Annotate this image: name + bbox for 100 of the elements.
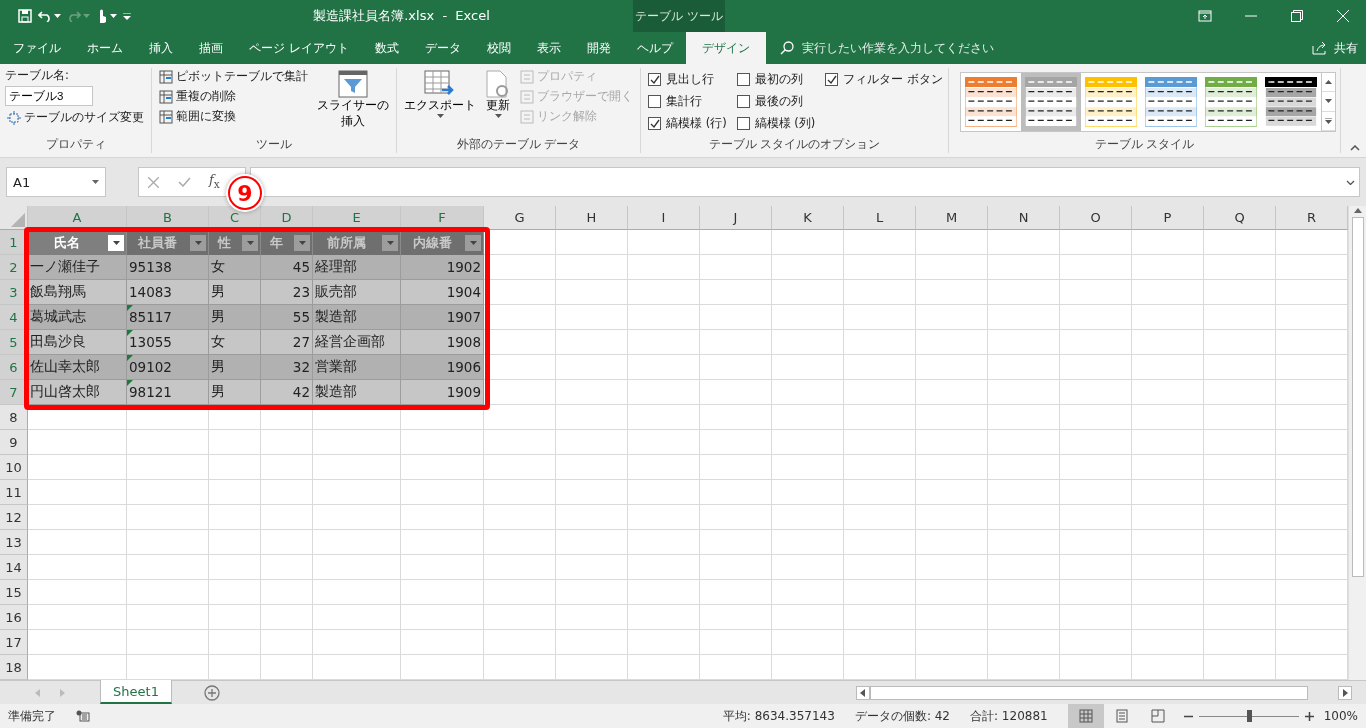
horizontal-scroll-thumb[interactable] xyxy=(870,685,1308,700)
column-header[interactable]: R xyxy=(1276,206,1348,230)
row-header[interactable]: 11 xyxy=(0,480,28,505)
ribbon-tab[interactable]: 数式 xyxy=(361,32,412,64)
style-option-checkbox[interactable]: 縞模様 (列) xyxy=(736,112,816,134)
data-icon xyxy=(520,109,534,124)
ribbon-tab[interactable]: デザイン xyxy=(685,32,766,64)
table-tool-icon xyxy=(159,109,173,124)
column-header[interactable]: I xyxy=(628,206,700,230)
row-header[interactable]: 15 xyxy=(0,580,28,605)
name-box[interactable]: A1 xyxy=(6,167,106,197)
row-header[interactable]: 10 xyxy=(0,455,28,480)
tool-button[interactable]: 範囲に変換 xyxy=(157,108,310,125)
tool-button[interactable]: ピボットテーブルで集計 xyxy=(157,68,310,85)
table-cell: 製造部 xyxy=(313,305,401,330)
column-header[interactable]: Q xyxy=(1204,206,1276,230)
checkbox[interactable] xyxy=(648,72,661,86)
column-header[interactable]: P xyxy=(1132,206,1204,230)
ribbon-tab[interactable]: 校閲 xyxy=(473,32,524,64)
view-button[interactable] xyxy=(1067,704,1104,728)
ribbon-tab[interactable]: 描画 xyxy=(186,32,236,64)
checkbox[interactable] xyxy=(736,94,750,108)
ribbon-tab[interactable]: 開発 xyxy=(573,32,624,64)
macro-record-icon[interactable] xyxy=(76,710,90,722)
caret-icon xyxy=(54,14,61,18)
row-header[interactable]: 9 xyxy=(0,430,28,455)
table-cell: 13055 xyxy=(127,330,209,355)
checkbox[interactable] xyxy=(648,94,661,108)
insert-function-button[interactable]: f$_{x}$ xyxy=(208,172,220,192)
check-icon xyxy=(649,118,660,128)
row-header[interactable]: 13 xyxy=(0,530,28,555)
checkbox[interactable] xyxy=(825,72,839,86)
tell-me-field[interactable]: 実行したい作業を入力してください xyxy=(799,40,1100,56)
checkbox[interactable] xyxy=(736,72,750,86)
style-option-checkbox[interactable]: フィルター ボタン xyxy=(825,68,943,90)
save-button[interactable] xyxy=(18,9,32,23)
zoom-thumb[interactable] xyxy=(1246,710,1252,722)
style-option-checkbox[interactable]: 縞模様 (行) xyxy=(648,112,727,134)
row-header[interactable]: 14 xyxy=(0,555,28,580)
column-header[interactable]: L xyxy=(844,206,916,230)
filter-button[interactable] xyxy=(108,234,124,251)
table-name-field[interactable]: テーブル3 xyxy=(5,86,93,106)
sheet-tab[interactable]: Sheet1 xyxy=(100,680,172,704)
row-header[interactable]: 18 xyxy=(0,655,28,680)
table-cell: 男 xyxy=(209,280,261,305)
ribbon-tab[interactable]: 表示 xyxy=(523,32,574,64)
style-option-checkbox[interactable]: 見出し行 xyxy=(648,68,727,90)
formula-field[interactable] xyxy=(250,167,1360,197)
column-header[interactable]: N xyxy=(988,206,1060,230)
page-icon xyxy=(1114,709,1129,723)
table-cell: 経営企画部 xyxy=(313,330,401,355)
table-style-button[interactable] xyxy=(1020,73,1081,131)
ribbon-tab[interactable]: ページ レイアウト xyxy=(236,32,362,64)
more-icon xyxy=(1324,117,1332,124)
column-header[interactable]: D xyxy=(261,206,313,230)
insert-slicer-button[interactable]: スライサーの 挿入 xyxy=(315,68,391,136)
row-header[interactable]: 16 xyxy=(0,605,28,630)
customize-button[interactable] xyxy=(123,12,131,20)
column-header[interactable]: G xyxy=(484,206,556,230)
header-text: 氏名 xyxy=(53,233,81,252)
table-cell: 男 xyxy=(209,355,261,380)
resize-table-button[interactable]: テーブルのサイズ変更 xyxy=(5,109,146,126)
row-header[interactable]: 17 xyxy=(0,630,28,655)
ribbon-tab[interactable]: データ xyxy=(411,32,474,64)
style-option-checkbox[interactable]: 集計行 xyxy=(648,90,727,112)
ribbon-tab[interactable]: ヘルプ xyxy=(623,32,686,64)
checkbox[interactable] xyxy=(648,116,661,130)
collapse-ribbon-button[interactable] xyxy=(1350,145,1360,151)
column-header[interactable]: O xyxy=(1060,206,1132,230)
row-header[interactable]: 8 xyxy=(0,405,28,430)
undo-button[interactable] xyxy=(38,10,61,22)
column-header[interactable]: J xyxy=(700,206,772,230)
scroll-thumb[interactable] xyxy=(1351,217,1364,577)
scroll-right-icon[interactable] xyxy=(1338,685,1352,700)
header-text: 社員番 xyxy=(137,233,178,252)
window-title: 製造課社員名簿.xlsx - Excel xyxy=(312,7,491,25)
ribbon-tab[interactable]: 挿入 xyxy=(136,32,186,64)
zoom-in-icon[interactable] xyxy=(1304,711,1314,721)
scroll-left-icon[interactable] xyxy=(856,685,870,700)
refresh-button[interactable]: 更新 xyxy=(483,68,513,136)
share-button[interactable]: 共有 xyxy=(1304,32,1366,64)
checkbox[interactable] xyxy=(736,116,750,130)
column-header[interactable]: M xyxy=(916,206,988,230)
ribbon-tab[interactable]: ホーム xyxy=(74,32,136,64)
ribbon-tab[interactable]: ファイル xyxy=(0,32,74,64)
column-header[interactable]: K xyxy=(772,206,844,230)
zoom-level: 100% xyxy=(1323,709,1358,723)
row-header[interactable]: 12 xyxy=(0,505,28,530)
column-header[interactable]: H xyxy=(556,206,628,230)
style-option-checkbox[interactable]: 最初の列 xyxy=(736,68,816,90)
style-option-checkbox[interactable]: 最後の列 xyxy=(736,90,816,112)
column-header[interactable]: A xyxy=(28,206,127,230)
column-header[interactable]: E xyxy=(313,206,401,230)
column-header[interactable]: F xyxy=(401,206,484,230)
tool-button[interactable]: 重複の削除 xyxy=(157,88,310,105)
table-cell: 27 xyxy=(261,330,313,355)
caret-icon xyxy=(92,180,99,184)
column-header[interactable]: B xyxy=(127,206,209,230)
export-button[interactable]: エクスポート xyxy=(402,68,478,136)
search-icon xyxy=(779,41,794,55)
